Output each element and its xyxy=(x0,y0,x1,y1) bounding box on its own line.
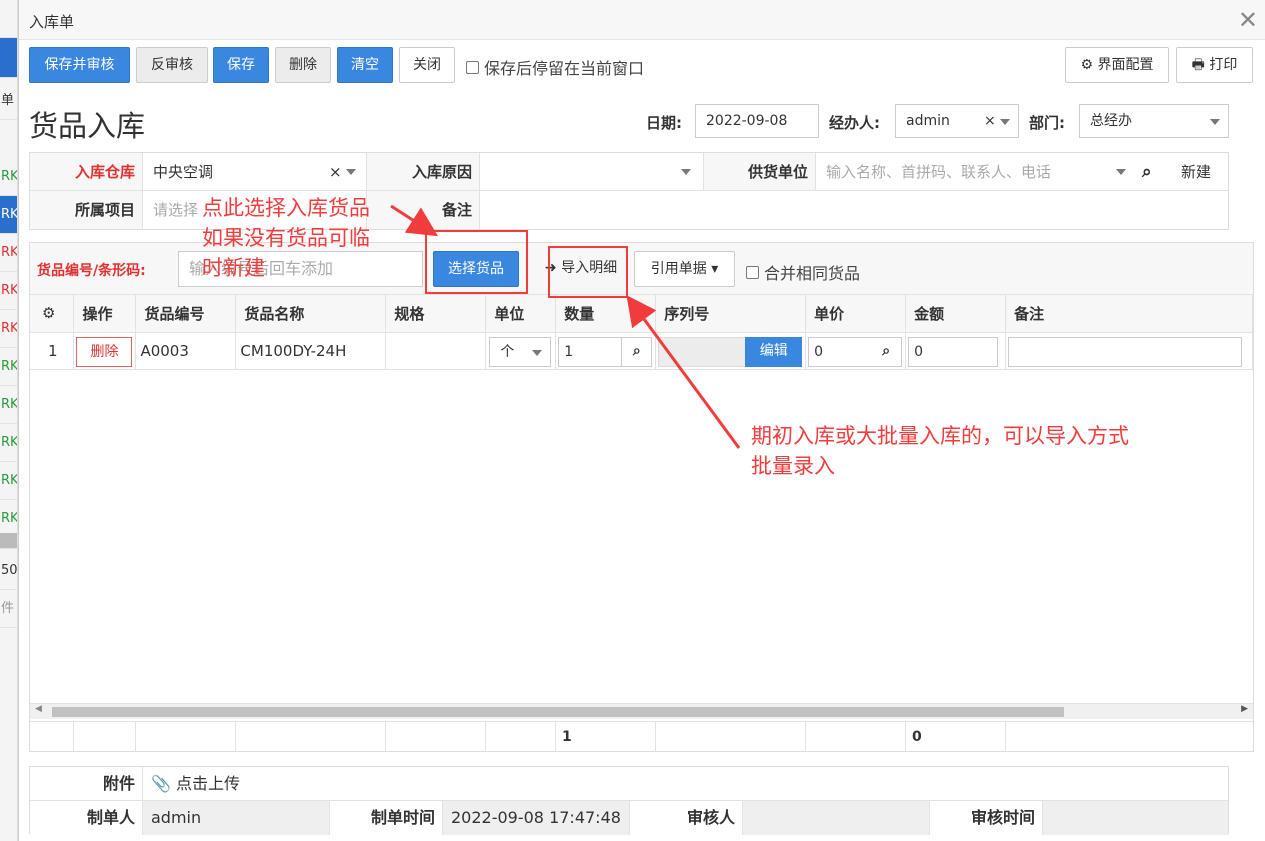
list-item: 50 xyxy=(0,552,17,590)
list-item: RK xyxy=(0,234,17,272)
list-item xyxy=(0,533,17,549)
arrow-to-import-detail xyxy=(626,295,741,449)
stock-in-dialog: 入库单 ✕ 保存并审核 反审核 保存 删除 清空 关闭 保存后停留在当前窗口 ⚙… xyxy=(18,0,1265,841)
list-item: RK xyxy=(0,196,17,234)
list-item: RK xyxy=(0,272,17,310)
list-item: RK xyxy=(0,386,17,424)
list-item: RK xyxy=(0,348,17,386)
arrow-to-select-goods xyxy=(390,204,439,237)
list-item: RK xyxy=(0,424,17,462)
list-item: RK xyxy=(0,158,17,196)
list-item: 件 xyxy=(0,590,17,628)
list-item: RK xyxy=(0,310,17,348)
annotation-arrows xyxy=(390,204,741,449)
list-item xyxy=(0,38,17,78)
list-item: RK xyxy=(0,462,17,500)
background-list: 单 RK RK RK RK RK RK RK RK RK RK 50 件 xyxy=(0,0,18,841)
list-item xyxy=(0,0,17,38)
list-item: 单 xyxy=(0,82,17,120)
